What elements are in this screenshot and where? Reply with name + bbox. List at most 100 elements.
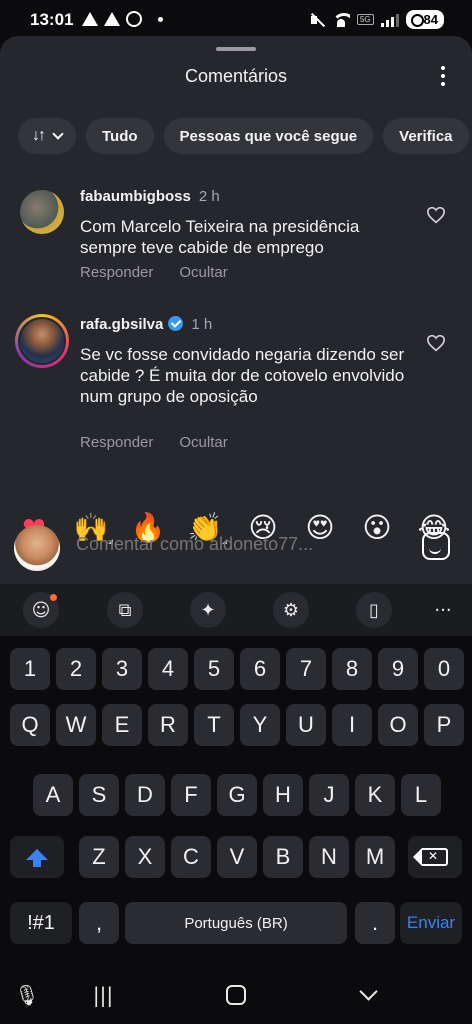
back-button[interactable] (353, 981, 383, 1008)
backspace-icon (413, 848, 448, 866)
microphone-icon[interactable]: 🎙 (12, 982, 42, 1008)
key-u[interactable]: U (286, 704, 326, 746)
comment-item: fabaumbigboss 2 h Com Marcelo Teixeira na… (0, 182, 472, 286)
heart-icon[interactable] (426, 334, 446, 352)
hide-button[interactable]: Ocultar (179, 264, 227, 281)
key-6[interactable]: 6 (240, 648, 280, 690)
key-g[interactable]: G (217, 774, 257, 816)
keyboard: 1 2 3 4 5 6 7 8 9 0 Q W E R T Y U I O P … (0, 636, 472, 966)
key-p[interactable]: P (424, 704, 464, 746)
alert-icon (82, 12, 98, 26)
chevron-down-icon (52, 128, 64, 140)
key-9[interactable]: 9 (378, 648, 418, 690)
comment-username[interactable]: fabaumbigboss (80, 188, 191, 205)
period-key[interactable]: . (355, 902, 395, 944)
key-l[interactable]: L (401, 774, 441, 816)
alert-icon-2 (104, 12, 120, 26)
space-key[interactable]: Português (BR) (125, 902, 347, 944)
key-4[interactable]: 4 (148, 648, 188, 690)
avatar (18, 317, 66, 365)
home-icon (226, 985, 246, 1005)
translate-icon[interactable]: ⧉ (107, 592, 143, 628)
comment-time: 1 h (191, 316, 213, 333)
mute-icon (309, 12, 325, 28)
chevron-down-icon (358, 981, 378, 1001)
key-s[interactable]: S (79, 774, 119, 816)
more-options-icon[interactable] (438, 66, 448, 86)
home-button[interactable] (221, 982, 251, 1008)
key-2[interactable]: 2 (56, 648, 96, 690)
status-time: 13:01 (30, 10, 74, 29)
signal-icon (380, 13, 399, 27)
key-y[interactable]: Y (240, 704, 280, 746)
key-f[interactable]: F (171, 774, 211, 816)
keyboard-toolbar: ☺ ⧉ ✦ ⚙ ▯ ··· (0, 584, 472, 636)
drag-handle[interactable] (216, 47, 256, 51)
emoji-picker-icon[interactable]: ☺ (23, 592, 59, 628)
key-j[interactable]: J (309, 774, 349, 816)
avatar[interactable] (20, 190, 64, 234)
key-0[interactable]: 0 (424, 648, 464, 690)
comment-text: Com Marcelo Teixeira na presidência semp… (80, 217, 360, 257)
comment-compose (0, 520, 472, 578)
sticker-icon[interactable] (422, 532, 450, 560)
reply-button[interactable]: Responder (80, 264, 153, 281)
more-horizontal-icon[interactable]: ··· (425, 592, 461, 628)
avatar-story-ring[interactable] (15, 314, 69, 368)
key-a[interactable]: A (33, 774, 73, 816)
key-c[interactable]: C (171, 836, 211, 878)
key-3[interactable]: 3 (102, 648, 142, 690)
more-notifications-icon (158, 16, 163, 22)
settings-gear-icon[interactable]: ⚙ (273, 592, 309, 628)
status-bar: 13:01 5G 84 (0, 0, 472, 40)
key-5[interactable]: 5 (194, 648, 234, 690)
filter-following[interactable]: Pessoas que você segue (163, 118, 374, 154)
send-key[interactable]: Enviar (400, 902, 462, 944)
verified-badge-icon (168, 316, 184, 331)
shift-key[interactable] (10, 836, 64, 878)
comma-key[interactable]: , (79, 902, 119, 944)
sort-button[interactable]: ↓↑ (18, 118, 76, 154)
key-k[interactable]: K (355, 774, 395, 816)
key-n[interactable]: N (309, 836, 349, 878)
comment-text: Se vc fosse convidado negaria dizendo se… (80, 345, 405, 406)
key-t[interactable]: T (194, 704, 234, 746)
filter-verified[interactable]: Verifica (383, 118, 469, 154)
hide-button[interactable]: Ocultar (179, 434, 227, 451)
key-w[interactable]: W (56, 704, 96, 746)
key-b[interactable]: B (263, 836, 303, 878)
key-z[interactable]: Z (79, 836, 119, 878)
my-avatar (14, 525, 60, 571)
key-q[interactable]: Q (10, 704, 50, 746)
notification-icons (82, 11, 163, 27)
key-o[interactable]: O (378, 704, 418, 746)
backspace-key[interactable] (408, 836, 462, 878)
comments-sheet: Comentários ↓↑ Tudo Pessoas que você seg… (0, 36, 472, 584)
key-v[interactable]: V (217, 836, 257, 878)
reply-button[interactable]: Responder (80, 434, 153, 451)
system-icons: 5G 84 (309, 10, 444, 29)
network-type: 5G (356, 14, 374, 25)
key-m[interactable]: M (355, 836, 395, 878)
battery-indicator: 84 (405, 10, 444, 29)
key-d[interactable]: D (125, 774, 165, 816)
sheet-title: Comentários (184, 66, 288, 86)
key-h[interactable]: H (263, 774, 303, 816)
key-i[interactable]: I (332, 704, 372, 746)
ai-sparkle-icon[interactable]: ✦ (190, 592, 226, 628)
key-e[interactable]: E (102, 704, 142, 746)
key-7[interactable]: 7 (286, 648, 326, 690)
key-r[interactable]: R (148, 704, 188, 746)
recent-apps-icon[interactable]: ||| (88, 982, 118, 1008)
heart-icon[interactable] (426, 206, 446, 224)
comment-username[interactable]: rafa.gbsilva (80, 316, 163, 333)
key-8[interactable]: 8 (332, 648, 372, 690)
wifi-icon (331, 12, 350, 27)
comment-input[interactable] (76, 534, 396, 555)
symbols-key[interactable]: !#1 (10, 902, 72, 944)
clipboard-icon[interactable]: ▯ (356, 592, 392, 628)
key-1[interactable]: 1 (10, 648, 50, 690)
sort-icon: ↓↑ (32, 127, 46, 144)
key-x[interactable]: X (125, 836, 165, 878)
filter-all[interactable]: Tudo (86, 118, 154, 154)
